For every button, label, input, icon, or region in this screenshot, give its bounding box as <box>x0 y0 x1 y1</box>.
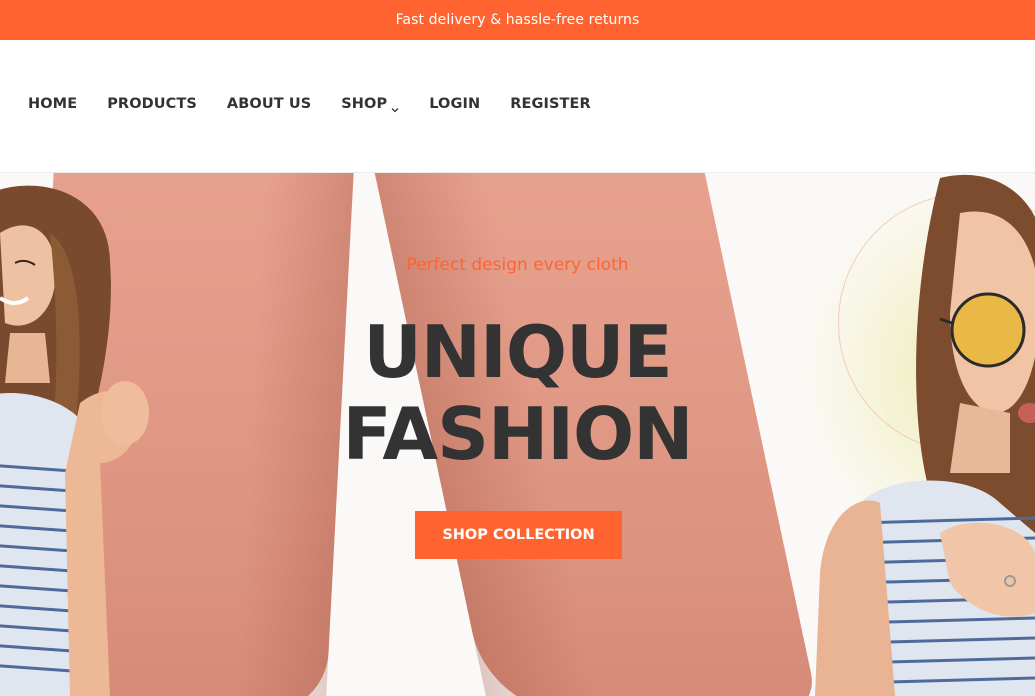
hero-subtitle: Perfect design every cloth <box>406 255 629 275</box>
main-navigation: HOME PRODUCTS ABOUT US SHOP LOGIN REGIST… <box>0 40 1035 173</box>
nav-item-login[interactable]: LOGIN <box>429 96 480 112</box>
hero-headline-line-2: FASHION <box>342 392 693 476</box>
hero-headline: UNIQUE FASHION <box>0 311 1035 475</box>
hero-headline-line-1: UNIQUE <box>363 310 672 394</box>
nav-item-label: PRODUCTS <box>107 96 197 112</box>
nav-item-label: ABOUT US <box>226 96 312 112</box>
nav-item-about-us[interactable]: ABOUT US <box>227 96 311 112</box>
nav-item-label: SHOP <box>341 96 388 112</box>
announcement-bar: Fast delivery & hassle-free returns <box>0 0 1035 40</box>
nav-item-register[interactable]: REGISTER <box>510 96 591 112</box>
nav-item-label: REGISTER <box>510 96 591 112</box>
hero-banner: Perfect design every cloth UNIQUE FASHIO… <box>0 173 1035 696</box>
nav-item-shop[interactable]: SHOP <box>341 96 399 113</box>
nav-item-label: HOME <box>28 96 78 112</box>
announcement-text: Fast delivery & hassle-free returns <box>395 12 640 28</box>
chevron-down-icon <box>391 101 399 113</box>
nav-item-label: LOGIN <box>429 96 481 112</box>
shop-collection-button[interactable]: SHOP COLLECTION <box>415 511 622 559</box>
nav-item-home[interactable]: HOME <box>28 96 77 112</box>
hero-content: Perfect design every cloth UNIQUE FASHIO… <box>0 173 1035 696</box>
nav-item-products[interactable]: PRODUCTS <box>107 96 197 112</box>
nav-menu: HOME PRODUCTS ABOUT US SHOP LOGIN REGIST… <box>28 96 621 113</box>
